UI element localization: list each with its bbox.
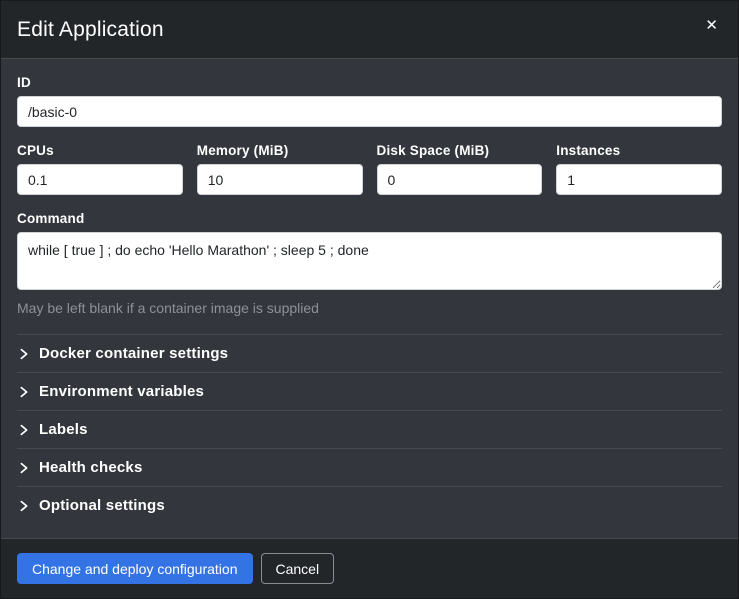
id-input[interactable] (17, 96, 722, 127)
chevron-right-icon (17, 499, 31, 513)
cpus-field-group: CPUs (17, 143, 183, 195)
modal-body: ID CPUs Memory (MiB) Disk Space (MiB) In… (1, 59, 738, 538)
resource-fields-row: CPUs Memory (MiB) Disk Space (MiB) Insta… (17, 143, 722, 195)
chevron-right-icon (17, 423, 31, 437)
section-docker-container-settings[interactable]: Docker container settings (17, 334, 722, 372)
disk-field-group: Disk Space (MiB) (377, 143, 543, 195)
command-input[interactable]: while [ true ] ; do echo 'Hello Marathon… (17, 232, 722, 290)
section-label: Optional settings (39, 497, 165, 514)
page-title: Edit Application (17, 18, 164, 42)
memory-field-group: Memory (MiB) (197, 143, 363, 195)
memory-label: Memory (MiB) (197, 143, 363, 158)
instances-input[interactable] (556, 164, 722, 195)
chevron-right-icon (17, 461, 31, 475)
section-label: Environment variables (39, 383, 204, 400)
disk-label: Disk Space (MiB) (377, 143, 543, 158)
edit-application-modal: Edit Application ✕ ID CPUs Memory (MiB) … (0, 0, 739, 599)
change-and-deploy-button[interactable]: Change and deploy configuration (17, 553, 253, 584)
modal-header: Edit Application ✕ (1, 1, 738, 59)
section-label: Health checks (39, 459, 142, 476)
cancel-button[interactable]: Cancel (261, 553, 335, 584)
section-label: Labels (39, 421, 88, 438)
section-health-checks[interactable]: Health checks (17, 448, 722, 486)
close-icon[interactable]: ✕ (701, 14, 722, 37)
command-label: Command (17, 211, 722, 226)
command-field-group: Command while [ true ] ; do echo 'Hello … (17, 211, 722, 316)
section-label: Docker container settings (39, 345, 228, 362)
section-optional-settings[interactable]: Optional settings (17, 486, 722, 524)
cpus-input[interactable] (17, 164, 183, 195)
chevron-right-icon (17, 385, 31, 399)
modal-footer: Change and deploy configuration Cancel (1, 538, 738, 598)
collapsible-sections: Docker container settings Environment va… (17, 334, 722, 524)
instances-label: Instances (556, 143, 722, 158)
section-environment-variables[interactable]: Environment variables (17, 372, 722, 410)
cpus-label: CPUs (17, 143, 183, 158)
section-labels[interactable]: Labels (17, 410, 722, 448)
disk-input[interactable] (377, 164, 543, 195)
id-field-group: ID (17, 75, 722, 127)
memory-input[interactable] (197, 164, 363, 195)
instances-field-group: Instances (556, 143, 722, 195)
command-help-text: May be left blank if a container image i… (17, 300, 722, 316)
chevron-right-icon (17, 347, 31, 361)
id-label: ID (17, 75, 722, 90)
